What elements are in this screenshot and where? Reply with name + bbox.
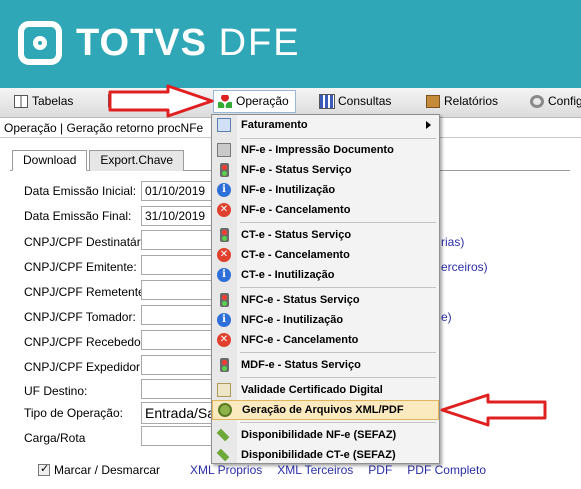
tab-download[interactable]: Download <box>12 150 88 171</box>
annotation-arrows <box>108 84 547 427</box>
annotation-arrow-operacao-icon <box>108 84 214 118</box>
annotation-arrow-geracao-icon <box>440 393 547 427</box>
